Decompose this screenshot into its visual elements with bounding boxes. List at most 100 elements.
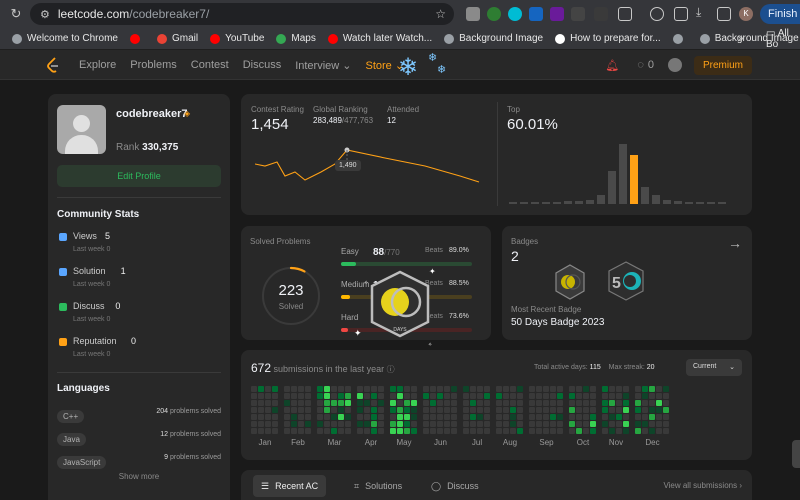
- heatmap-cell[interactable]: [258, 386, 264, 392]
- nav-link[interactable]: Contest: [191, 59, 229, 71]
- heatmap-cell[interactable]: [338, 393, 344, 399]
- heatmap-cell[interactable]: [317, 400, 323, 406]
- heatmap-cell[interactable]: [298, 400, 304, 406]
- heatmap-cell[interactable]: [642, 400, 648, 406]
- heatmap-cell[interactable]: [609, 428, 615, 434]
- heatmap-cell[interactable]: [569, 421, 575, 427]
- heatmap-cell[interactable]: [602, 421, 608, 427]
- heatmap-cell[interactable]: [364, 386, 370, 392]
- heatmap-cell[interactable]: [291, 400, 297, 406]
- heatmap-cell[interactable]: [371, 393, 377, 399]
- heatmap-cell[interactable]: [451, 428, 457, 434]
- heatmap-cell[interactable]: [642, 414, 648, 420]
- heatmap-cell[interactable]: [258, 428, 264, 434]
- heatmap-cell[interactable]: [463, 414, 469, 420]
- heatmap-cell[interactable]: [602, 393, 608, 399]
- heatmap-cell[interactable]: [569, 407, 575, 413]
- heatmap-cell[interactable]: [444, 414, 450, 420]
- heatmap-cell[interactable]: [357, 407, 363, 413]
- sidepanel-icon[interactable]: [717, 7, 731, 21]
- heatmap-cell[interactable]: [298, 421, 304, 427]
- heatmap-cell[interactable]: [616, 421, 622, 427]
- heatmap-cell[interactable]: [536, 421, 542, 427]
- heatmap-cell[interactable]: [463, 400, 469, 406]
- heatmap-cell[interactable]: [470, 414, 476, 420]
- heatmap-cell[interactable]: [397, 428, 403, 434]
- heatmap-cell[interactable]: [411, 414, 417, 420]
- heatmap-cell[interactable]: [331, 428, 337, 434]
- heatmap-cell[interactable]: [529, 386, 535, 392]
- bookmark-item[interactable]: How to prepare for...: [555, 33, 661, 44]
- heatmap-cell[interactable]: [284, 414, 290, 420]
- heatmap-cell[interactable]: [470, 428, 476, 434]
- heatmap-cell[interactable]: [265, 414, 271, 420]
- heatmap-cell[interactable]: [430, 400, 436, 406]
- heatmap-cell[interactable]: [371, 386, 377, 392]
- bookmark-item[interactable]: Watch later Watch...: [327, 33, 432, 44]
- heatmap-cell[interactable]: [529, 428, 535, 434]
- heatmap-cell[interactable]: [635, 393, 641, 399]
- badges-arrow-icon[interactable]: →: [728, 235, 742, 251]
- heatmap-cell[interactable]: [590, 421, 596, 427]
- heatmap-cell[interactable]: [411, 393, 417, 399]
- heatmap-cell[interactable]: [477, 421, 483, 427]
- bookmark-item[interactable]: [672, 33, 688, 44]
- heatmap-cell[interactable]: [284, 386, 290, 392]
- heatmap-cell[interactable]: [251, 400, 257, 406]
- heatmap-cell[interactable]: [324, 393, 330, 399]
- heatmap-cell[interactable]: [503, 428, 509, 434]
- heatmap-cell[interactable]: [404, 414, 410, 420]
- heatmap-cell[interactable]: [364, 428, 370, 434]
- heatmap-cell[interactable]: [536, 393, 542, 399]
- heatmap-cell[interactable]: [284, 428, 290, 434]
- heatmap-cell[interactable]: [663, 407, 669, 413]
- heatmap-cell[interactable]: [357, 414, 363, 420]
- bookmark-item[interactable]: [129, 33, 145, 44]
- extension-cp-icon[interactable]: [594, 7, 608, 21]
- heatmap-cell[interactable]: [470, 400, 476, 406]
- heatmap-cell[interactable]: [364, 407, 370, 413]
- heatmap-cell[interactable]: [623, 407, 629, 413]
- heatmap-cell[interactable]: [357, 421, 363, 427]
- heatmap-cell[interactable]: [298, 428, 304, 434]
- heatmap-cell[interactable]: [463, 407, 469, 413]
- nav-link[interactable]: Explore: [79, 59, 116, 71]
- heatmap-cell[interactable]: [656, 428, 662, 434]
- heatmap-cell[interactable]: [423, 393, 429, 399]
- heatmap-cell[interactable]: [550, 407, 556, 413]
- heatmap-cell[interactable]: [331, 407, 337, 413]
- heatmap-cell[interactable]: [656, 400, 662, 406]
- heatmap-cell[interactable]: [510, 428, 516, 434]
- heatmap-cell[interactable]: [284, 407, 290, 413]
- heatmap-cell[interactable]: [477, 428, 483, 434]
- heatmap-cell[interactable]: [305, 400, 311, 406]
- heatmap-cell[interactable]: [484, 407, 490, 413]
- heatmap-cell[interactable]: [477, 393, 483, 399]
- heatmap-cell[interactable]: [305, 421, 311, 427]
- heatmap-cell[interactable]: [510, 386, 516, 392]
- heatmap-cell[interactable]: [484, 421, 490, 427]
- heatmap-cell[interactable]: [590, 393, 596, 399]
- heatmap-cell[interactable]: [430, 386, 436, 392]
- tab-recent-ac[interactable]: ☰ Recent AC: [253, 475, 327, 497]
- heatmap-cell[interactable]: [284, 400, 290, 406]
- heatmap-cell[interactable]: [272, 386, 278, 392]
- heatmap-cell[interactable]: [470, 393, 476, 399]
- heatmap-cell[interactable]: [324, 386, 330, 392]
- heatmap-cell[interactable]: [305, 386, 311, 392]
- heatmap-cell[interactable]: [411, 400, 417, 406]
- view-all-submissions-link[interactable]: View all submissions ›: [663, 481, 742, 490]
- heatmap-cell[interactable]: [437, 421, 443, 427]
- heatmap-cell[interactable]: [550, 386, 556, 392]
- heatmap-cell[interactable]: [503, 407, 509, 413]
- heatmap-cell[interactable]: [284, 393, 290, 399]
- heatmap-cell[interactable]: [404, 400, 410, 406]
- heatmap-cell[interactable]: [437, 428, 443, 434]
- heatmap-cell[interactable]: [517, 421, 523, 427]
- heatmap-cell[interactable]: [284, 421, 290, 427]
- heatmap-cell[interactable]: [324, 407, 330, 413]
- scroll-handle[interactable]: [792, 440, 800, 468]
- heatmap-cell[interactable]: [338, 407, 344, 413]
- heatmap-cell[interactable]: [411, 421, 417, 427]
- heatmap-cell[interactable]: [503, 421, 509, 427]
